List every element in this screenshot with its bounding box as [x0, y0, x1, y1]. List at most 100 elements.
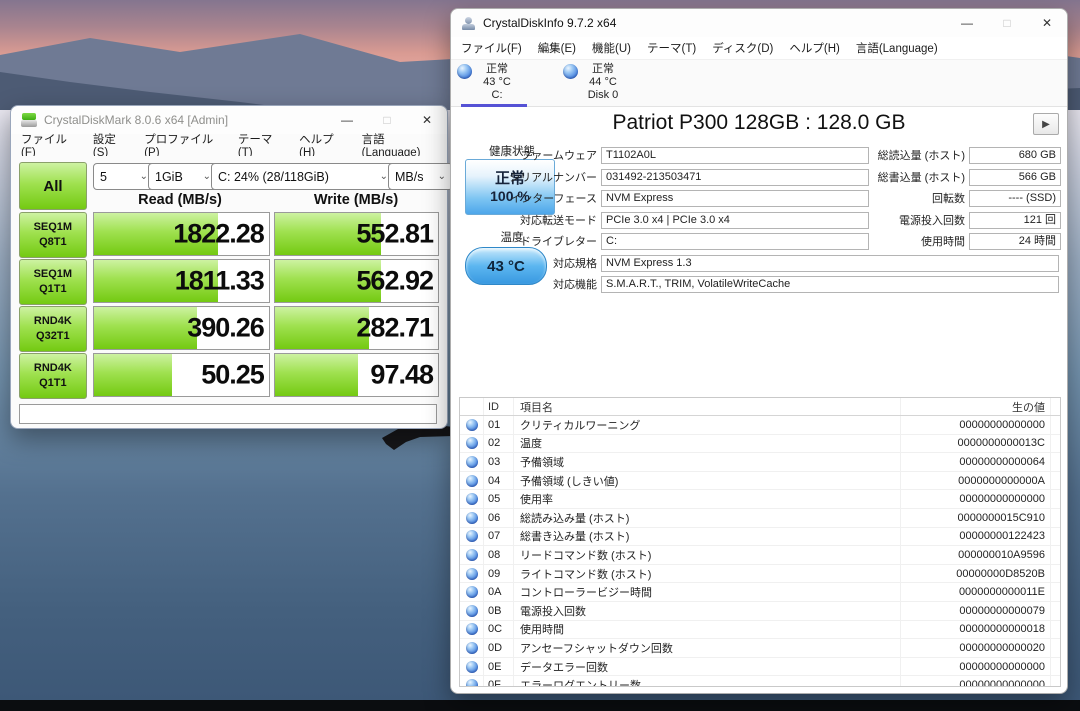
cdi-menubar: ファイル(F) 編集(E) 機能(U) テーマ(T) ディスク(D) ヘルプ(H…: [451, 37, 1067, 60]
field-label: 電源投入回数: [859, 212, 965, 228]
cdm-menu-profile[interactable]: プロファイル(P): [144, 131, 222, 159]
cdi-menu-disk[interactable]: ディスク(D): [712, 40, 773, 56]
cdm-menubar: ファイル(F) 設定(S) プロファイル(P) テーマ(T) ヘルプ(H) 言語…: [11, 134, 447, 156]
attribute-status-orb-icon: [466, 623, 478, 635]
smart-name: クリティカルワーニング: [514, 416, 901, 434]
smart-attribute-row[interactable]: 02 温度 0000000000013C: [460, 435, 1060, 454]
attribute-status-orb-icon: [466, 512, 478, 524]
cdi-content: Patriot P300 128GB : 128.0 GB ▶ 健康状態 正常 …: [451, 107, 1067, 693]
info-row-right: 総書込量 (ホスト) 566 GB: [451, 169, 1067, 186]
smart-attribute-row[interactable]: 01 クリティカルワーニング 00000000000000: [460, 416, 1060, 435]
field-label: 総書込量 (ホスト): [859, 169, 965, 185]
test-size-dropdown[interactable]: 1GiB ⌄: [148, 163, 218, 190]
smart-attribute-row[interactable]: 0B 電源投入回数 00000000000079: [460, 602, 1060, 621]
smart-attribute-row[interactable]: 0A コントローラービジー時間 0000000000011E: [460, 583, 1060, 602]
test-queue-thread: Q1T1: [39, 376, 67, 391]
attribute-status-orb-icon: [466, 586, 478, 598]
smart-attribute-row[interactable]: 09 ライトコマンド数 (ホスト) 00000000D8520B: [460, 565, 1060, 584]
attribute-status-orb-icon: [466, 679, 478, 687]
cdm-menu-file[interactable]: ファイル(F): [21, 131, 77, 159]
test-label-button[interactable]: RND4K Q1T1: [19, 353, 87, 399]
smart-attribute-row[interactable]: 04 予備領域 (しきい値) 0000000000000A: [460, 472, 1060, 491]
chevron-down-icon: ⌄: [438, 171, 446, 182]
unit-dropdown[interactable]: MB/s ⌄: [388, 163, 453, 190]
smart-id: 09: [484, 565, 514, 583]
test-name: SEQ1M: [34, 220, 73, 235]
read-result-bar: [94, 354, 173, 396]
write-value: 282.71: [356, 313, 433, 344]
benchmark-row: RND4K Q1T1 50.25 97.48: [19, 353, 439, 397]
play-arrow-icon: ▶: [1042, 119, 1050, 130]
smart-id: 05: [484, 490, 514, 508]
smart-header-id: ID: [484, 398, 514, 415]
target-drive-dropdown[interactable]: C: 24% (28/118GiB) ⌄: [211, 163, 395, 190]
cdm-menu-settings[interactable]: 設定(S): [93, 131, 128, 159]
smart-attribute-row[interactable]: 03 予備領域 00000000000064: [460, 453, 1060, 472]
write-result-cell: 562.92: [274, 259, 439, 303]
cdi-minimize-button[interactable]: —: [947, 9, 987, 37]
field-value: ---- (SSD): [969, 190, 1061, 207]
chevron-down-icon: ⌄: [380, 171, 388, 182]
cdi-maximize-button[interactable]: □: [987, 9, 1027, 37]
comment-input[interactable]: [19, 404, 437, 424]
disk-status-orb-icon: [563, 64, 578, 79]
field-label: 対応機能: [471, 276, 597, 292]
cdm-menu-help[interactable]: ヘルプ(H): [299, 131, 345, 159]
attribute-status-orb-icon: [466, 568, 478, 580]
write-value: 562.92: [356, 266, 433, 297]
test-queue-thread: Q32T1: [36, 329, 70, 344]
attribute-status-orb-icon: [466, 605, 478, 617]
attribute-status-orb-icon: [466, 456, 478, 468]
all-test-button[interactable]: All: [19, 162, 87, 210]
smart-raw-value: 00000000122423: [901, 528, 1051, 546]
smart-header-name: 項目名: [514, 398, 901, 415]
cdm-menu-theme[interactable]: テーマ(T): [238, 131, 283, 159]
attribute-status-orb-icon: [466, 437, 478, 449]
smart-name: データエラー回数: [514, 658, 901, 676]
read-value: 1822.28: [173, 219, 264, 250]
cdi-menu-theme[interactable]: テーマ(T): [647, 40, 696, 56]
smart-attribute-row[interactable]: 0D アンセーフシャットダウン回数 00000000000020: [460, 639, 1060, 658]
smart-attribute-row[interactable]: 0F エラーログエントリー数 00000000000000: [460, 676, 1060, 687]
smart-rows: 01 クリティカルワーニング 00000000000000 02 温度 0000…: [460, 416, 1060, 687]
bottom-black-bar: [0, 700, 1080, 711]
write-result-cell: 552.81: [274, 212, 439, 256]
smart-raw-value: 000000010A9596: [901, 546, 1051, 564]
smart-attribute-row[interactable]: 05 使用率 00000000000000: [460, 490, 1060, 509]
info-row-wide: 対応機能 S.M.A.R.T., TRIM, VolatileWriteCach…: [451, 276, 1067, 293]
cdm-menu-language[interactable]: 言語(Language): [362, 131, 437, 159]
cdi-menu-edit[interactable]: 編集(E): [538, 40, 576, 56]
attribute-status-orb-icon: [466, 530, 478, 542]
cdm-maximize-button[interactable]: □: [367, 106, 407, 134]
test-label-button[interactable]: RND4K Q32T1: [19, 306, 87, 352]
cdi-menu-file[interactable]: ファイル(F): [461, 40, 522, 56]
crystaldiskmark-window: CrystalDiskMark 8.0.6 x64 [Admin] — □ ✕ …: [10, 105, 448, 429]
cdi-close-button[interactable]: ✕: [1027, 9, 1067, 37]
test-label-button[interactable]: SEQ1M Q1T1: [19, 259, 87, 305]
smart-id: 0D: [484, 639, 514, 657]
disk-tab-c[interactable]: 正常 43 °C C:: [457, 60, 537, 106]
cdm-body: All 5 ⌄ 1GiB ⌄ C: 24% (28/118GiB) ⌄ MB/s…: [11, 156, 447, 428]
attribute-status-orb-icon: [466, 419, 478, 431]
smart-attribute-row[interactable]: 06 総読み込み量 (ホスト) 0000000015C910: [460, 509, 1060, 528]
smart-attribute-row[interactable]: 08 リードコマンド数 (ホスト) 000000010A9596: [460, 546, 1060, 565]
cdm-titlebar: CrystalDiskMark 8.0.6 x64 [Admin] — □ ✕: [11, 106, 447, 134]
test-label-button[interactable]: SEQ1M Q8T1: [19, 212, 87, 258]
cdi-menu-help[interactable]: ヘルプ(H): [789, 40, 839, 56]
smart-attribute-row[interactable]: 07 総書き込み量 (ホスト) 00000000122423: [460, 528, 1060, 547]
cdi-menu-language[interactable]: 言語(Language): [856, 40, 938, 56]
cdi-menu-function[interactable]: 機能(U): [592, 40, 631, 56]
disk-tab-disk0[interactable]: 正常 44 °C Disk 0: [563, 60, 643, 106]
next-disk-button[interactable]: ▶: [1033, 113, 1059, 135]
cdm-app-icon: [21, 112, 37, 128]
disk-tab-name: C:: [457, 89, 537, 102]
smart-attribute-row[interactable]: 0C 使用時間 00000000000018: [460, 621, 1060, 640]
smart-name: 使用時間: [514, 621, 901, 639]
test-name: RND4K: [34, 361, 72, 376]
test-count-dropdown[interactable]: 5 ⌄: [93, 163, 155, 190]
smart-name: 電源投入回数: [514, 602, 901, 620]
disk-tab-name: Disk 0: [563, 89, 643, 102]
cdm-close-button[interactable]: ✕: [407, 106, 447, 134]
smart-attribute-row[interactable]: 0E データエラー回数 00000000000000: [460, 658, 1060, 677]
cdm-minimize-button[interactable]: —: [327, 106, 367, 134]
